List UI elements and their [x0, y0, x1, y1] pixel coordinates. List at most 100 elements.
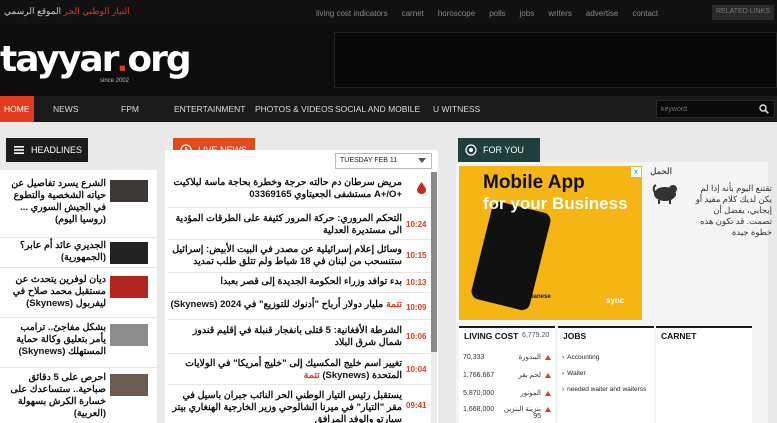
- living-cost-value: 5,870,000: [463, 390, 495, 397]
- ad-sync-logo: sync: [606, 296, 625, 305]
- job-item[interactable]: Accounting: [562, 354, 599, 361]
- aries-icon[interactable]: [651, 181, 679, 205]
- header-banner[interactable]: [334, 32, 777, 88]
- headlines-list: الشرع يسرد تفاصيل عن حياته الشخصية والتط…: [0, 170, 157, 423]
- menu-icon: [14, 145, 24, 154]
- read-more-link[interactable]: تتمة: [386, 299, 402, 310]
- live-news-item[interactable]: تغيير اسم خليج المكسيك إلى "خليج أمريكا"…: [168, 355, 431, 385]
- headline-item[interactable]: الجديري عائد أم عابر؟ (الجمهورية): [0, 238, 157, 268]
- live-news-text: بدء توافد وزراء الحكومة الجديدة إلى قصر …: [220, 276, 402, 287]
- up-arrow-icon: [545, 407, 551, 412]
- mobile-app-ad[interactable]: Mobile App for your Business Proudly Leb…: [459, 166, 642, 320]
- nav-photos-videos[interactable]: PHOTOS & VIDEOS: [255, 96, 333, 122]
- nav-fpm[interactable]: FPM: [121, 96, 139, 122]
- main-nav: HOME NEWS FPM ENTERTAINMENT PHOTOS & VID…: [0, 96, 777, 122]
- ad-subheadline: for your Business: [483, 194, 628, 213]
- scrollbar-thumb[interactable]: [431, 172, 437, 352]
- live-news-text: تتمة مليار دولار أرباح "أدنوك للتوزيع" ف…: [170, 299, 402, 311]
- headline-text: بشكل مفاجئ.. ترامب يأمر بتعليق وكالة حما…: [16, 322, 106, 357]
- living-cost-value: 1,766,667: [463, 372, 495, 379]
- living-cost-item: بنزينة البنزين 95: [503, 406, 541, 420]
- read-more-link[interactable]: تتمة: [304, 370, 320, 381]
- top-link-advertise[interactable]: advertise: [586, 9, 618, 18]
- jobs-title[interactable]: JOBS: [563, 331, 586, 341]
- headline-text: الجديري عائد أم عابر؟ (الجمهورية): [19, 240, 106, 263]
- top-link-jobs[interactable]: jobs: [520, 9, 535, 18]
- logo-since: since 2002: [100, 78, 130, 84]
- live-news-scrollbar[interactable]: [431, 172, 437, 423]
- live-news-text: الشرطة الأفغانية: 5 قتلى بانفجار قنبلة ف…: [192, 325, 402, 348]
- live-news-time: 10:24: [406, 220, 427, 229]
- headline-thumbnail: [110, 276, 148, 298]
- live-news-text: يستقبل رئيس التيار الوطني الحر النائب جب…: [172, 390, 402, 423]
- site-tag-rest: الموقع الرسمي: [4, 6, 62, 16]
- live-news-time: 10:06: [406, 332, 427, 341]
- top-link-polls[interactable]: polls: [489, 9, 505, 18]
- headline-item[interactable]: احرص على 5 دقائق صباحية.. ستساعدك على خس…: [0, 370, 157, 422]
- live-news-item[interactable]: الشرطة الأفغانية: 5 قتلى بانفجار قنبلة ف…: [168, 322, 431, 354]
- site-logo[interactable]: tayyar.org since 2002: [0, 38, 192, 84]
- living-cost-row[interactable]: 1,766,667 لحم بقر: [459, 368, 555, 386]
- job-item[interactable]: Waiter: [562, 370, 586, 377]
- top-links: living cost indicators carnet horoscope pol…: [316, 7, 672, 19]
- headline-thumbnail: [110, 324, 148, 346]
- nav-u-witness[interactable]: U WITNESS: [433, 96, 480, 122]
- nav-home[interactable]: HOME: [0, 96, 34, 122]
- headlines-title-text: HEADLINES: [31, 145, 83, 155]
- search-icon[interactable]: [759, 104, 769, 114]
- search-input[interactable]: [661, 104, 751, 115]
- live-news-time: 10:15: [406, 251, 427, 260]
- live-news-item[interactable]: مريض سرطان دم حالته حرجة وخطرة بحاجة ماس…: [168, 174, 431, 208]
- headline-text: الشرع يسرد تفاصيل عن حياته الشخصية والتط…: [11, 178, 106, 225]
- live-news-time: 10:13: [406, 278, 427, 287]
- nav-news[interactable]: NEWS: [53, 96, 79, 122]
- living-cost-value: 1,668,000: [463, 406, 495, 413]
- headline-item[interactable]: الشرع يسرد تفاصيل عن حياته الشخصية والتط…: [0, 176, 157, 238]
- living-cost-value: 70,333: [463, 354, 485, 361]
- top-bar: التيار الوطني الحر الموقع الرسمي living …: [0, 0, 777, 24]
- live-news-text: التحكم المروري: حركة المرور كثيفة على ال…: [175, 213, 402, 236]
- close-icon[interactable]: x: [631, 167, 641, 177]
- live-news-text: مريض سرطان دم حالته حرجة وخطرة بحاجة ماس…: [173, 177, 402, 200]
- ad-brand: Proudly Lebanese: [499, 294, 551, 300]
- living-cost-title[interactable]: LIVING COST: [464, 331, 518, 341]
- headline-item[interactable]: ديان لوفرين يتحدث عن مستقبل محمد صلاح في…: [0, 272, 157, 318]
- top-link-carnet[interactable]: carnet: [402, 9, 424, 18]
- horoscope-text: تقتنع اليوم بأنه إذا لم يكن لديك كلام مف…: [695, 183, 772, 237]
- top-link-horoscope[interactable]: horoscope: [438, 9, 475, 18]
- headline-item[interactable]: بشكل مفاجئ.. ترامب يأمر بتعليق وكالة حما…: [0, 320, 157, 368]
- top-link-writers[interactable]: writers: [548, 9, 572, 18]
- search-box: [656, 100, 775, 118]
- site-tagline[interactable]: التيار الوطني الحر الموقع الرسمي: [4, 6, 130, 17]
- headline-thumbnail: [110, 180, 148, 202]
- living-cost-widget: LIVING COST 70,333 البندورة 1,766,667 لح…: [459, 326, 555, 423]
- date-select[interactable]: TUESDAY FEB 11: [335, 153, 432, 169]
- carnet-widget: CARNET: [656, 326, 752, 423]
- logo-org: org: [127, 39, 191, 80]
- job-item[interactable]: needed waiter and waiterss: [562, 386, 646, 393]
- top-link-contact[interactable]: contact: [632, 9, 658, 18]
- live-news-item[interactable]: وسائل إعلام إسرائيلية عن مصدر في البيت ا…: [168, 241, 431, 273]
- living-cost-top-value: 6,779.20: [522, 332, 550, 339]
- headline-text: ديان لوفرين يتحدث عن مستقبل محمد صلاح في…: [12, 274, 106, 309]
- carnet-title[interactable]: CARNET: [661, 331, 696, 341]
- target-icon: [465, 144, 477, 156]
- logo-dot: .: [117, 38, 128, 79]
- chevron-down-icon: [418, 158, 426, 163]
- live-news-item[interactable]: تتمة مليار دولار أرباح "أدنوك للتوزيع" ف…: [168, 296, 431, 320]
- live-news-item[interactable]: التحكم المروري: حركة المرور كثيفة على ال…: [168, 210, 431, 240]
- living-cost-item: لحم بقر: [518, 372, 541, 379]
- horoscope-sign-name: الحمل: [650, 166, 672, 176]
- nav-social-mobile[interactable]: SOCIAL AND MOBILE: [335, 96, 420, 122]
- living-cost-row[interactable]: 70,333 البندورة: [459, 350, 555, 368]
- related-links-dropdown[interactable]: RELATED LINKS: [712, 5, 774, 20]
- header: tayyar.org since 2002: [0, 24, 777, 96]
- nav-entertainment[interactable]: ENTERTAINMENT: [174, 96, 245, 122]
- date-select-value: TUESDAY FEB 11: [340, 157, 398, 164]
- live-news-item[interactable]: بدء توافد وزراء الحكومة الجديدة إلى قصر …: [168, 273, 431, 293]
- top-link-living-cost[interactable]: living cost indicators: [316, 9, 388, 18]
- live-news-text-body: مليار دولار أرباح "أدنوك للتوزيع" في 202…: [170, 299, 384, 310]
- living-cost-item: المونور: [520, 390, 541, 397]
- live-news-item[interactable]: يستقبل رئيس التيار الوطني الحر النائب جب…: [168, 387, 431, 423]
- living-cost-row[interactable]: 1,668,000 بنزينة البنزين 95: [459, 402, 555, 420]
